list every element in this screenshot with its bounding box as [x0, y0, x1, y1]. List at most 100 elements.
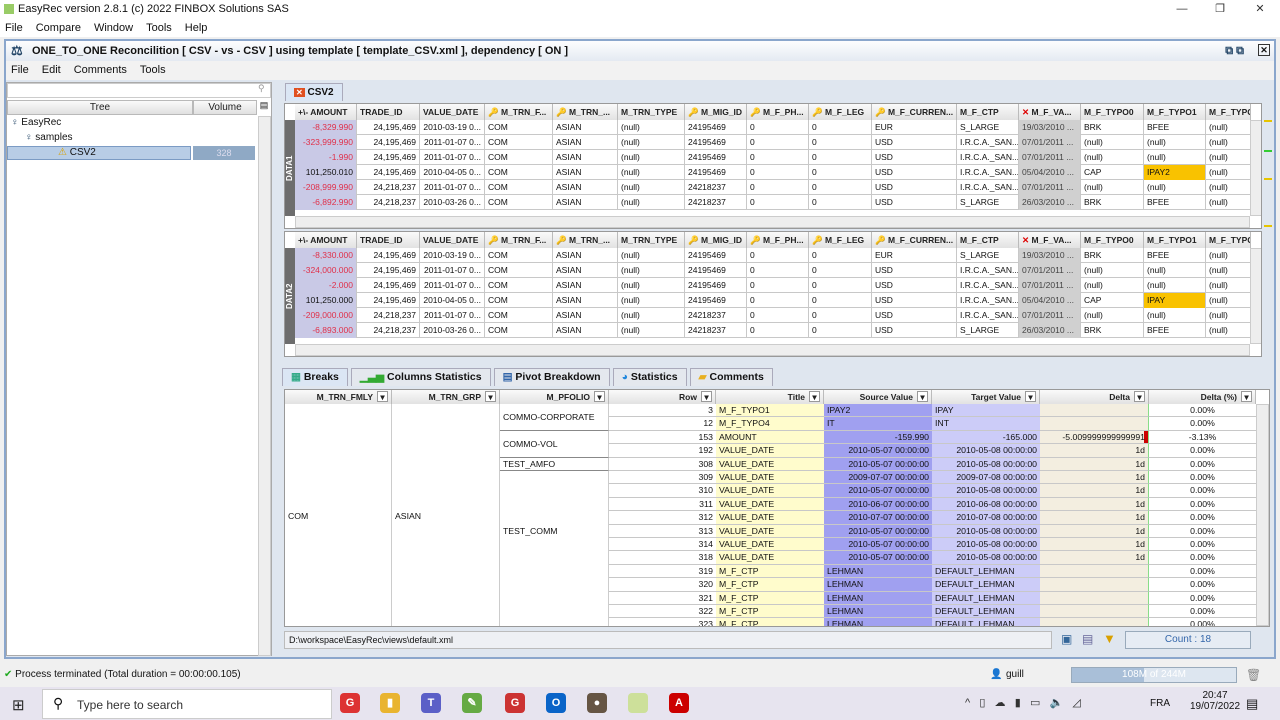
- column-header[interactable]: 🔑 M_TRN_F...: [485, 232, 553, 248]
- acrobat-icon[interactable]: A: [669, 693, 689, 713]
- frame-restore-button[interactable]: ⧉ ⧉: [1225, 41, 1244, 61]
- column-header[interactable]: TRADE_ID: [357, 232, 420, 248]
- grid-row[interactable]: -6,892.990 24,218,237 2010-03-26 0... COM AS…: [295, 195, 1251, 210]
- column-header[interactable]: +\- AMOUNT: [295, 104, 357, 120]
- frame-menu-file[interactable]: File: [11, 64, 29, 76]
- column-header[interactable]: 🔑 M_F_LEG: [809, 104, 872, 120]
- column-header[interactable]: 🔑 M_F_PH...: [747, 104, 809, 120]
- frame-menu-comments[interactable]: Comments: [74, 64, 127, 76]
- dropdown-arrow-icon[interactable]: ▾: [594, 391, 605, 402]
- notepad-icon[interactable]: ✎: [462, 693, 482, 713]
- edit-view-icon[interactable]: ▤: [1082, 632, 1093, 646]
- breaks-row[interactable]: 153 AMOUNT -159.990 -165.000 -5.009999999999…: [609, 430, 1256, 445]
- column-header[interactable]: M_F_CTP: [957, 104, 1019, 120]
- column-header[interactable]: M_F_TYPC: [1206, 104, 1251, 120]
- breaks-row[interactable]: 323 M_F_CTP LEHMAN DEFAULT_LEHMAN 0.00%: [609, 618, 1256, 626]
- taskbar-search[interactable]: ⚲ Type here to search: [42, 689, 332, 719]
- menu-file[interactable]: File: [5, 22, 23, 34]
- tab-statistics[interactable]: ◕ Statistics: [612, 368, 687, 386]
- windows-start-icon[interactable]: ⊞: [12, 696, 25, 714]
- breaks-row[interactable]: 321 M_F_CTP LEHMAN DEFAULT_LEHMAN 0.00%: [609, 591, 1256, 605]
- breaks-row[interactable]: 12 M_F_TYPO4 IT INT 0.00%: [609, 417, 1256, 431]
- column-header[interactable]: ✕ M_F_VA...: [1019, 104, 1081, 120]
- grid-row[interactable]: 101,250.010 24,195,469 2010-04-05 0... COM A…: [295, 165, 1251, 180]
- menu-tools[interactable]: Tools: [146, 22, 172, 34]
- chrome-profile-icon[interactable]: G: [505, 693, 525, 713]
- notifications-icon[interactable]: ▤: [1246, 696, 1258, 712]
- vertical-scrollbar[interactable]: [1250, 248, 1261, 344]
- dropdown-arrow-icon[interactable]: ▾: [1241, 391, 1252, 402]
- outlook-icon[interactable]: O: [546, 693, 566, 713]
- breaks-row[interactable]: 319 M_F_CTP LEHMAN DEFAULT_LEHMAN 0.00%: [609, 564, 1256, 579]
- grid-row[interactable]: -2.000 24,195,469 2011-01-07 0... COM ASIAN(…: [295, 278, 1251, 293]
- tab-pivot-breakdown[interactable]: ▤ Pivot Breakdown: [493, 368, 610, 386]
- breaks-row[interactable]: 313 VALUE_DATE 2010-05-07 00:00:00 2010-05-…: [609, 524, 1256, 538]
- grid-row[interactable]: 101,250.000 24,195,469 2010-04-05 0... COM A…: [295, 293, 1251, 308]
- column-header[interactable]: 🔑 M_F_CURREN...: [872, 104, 957, 120]
- tree-node-csv2[interactable]: ⚠ CSV2: [7, 146, 191, 160]
- dropdown-arrow-icon[interactable]: ▾: [701, 391, 712, 402]
- grid-row[interactable]: -8,330.000 24,195,469 2010-03-19 0... COM AS…: [295, 248, 1251, 263]
- tab-columns-statistics[interactable]: ▁▃▅ Columns Statistics: [350, 368, 491, 386]
- breaks-row[interactable]: 314 VALUE_DATE 2010-05-07 00:00:00 2010-05-…: [609, 538, 1256, 552]
- breaks-column-header[interactable]: Row ▾: [609, 390, 716, 404]
- dropdown-arrow-icon[interactable]: ▾: [1025, 391, 1036, 402]
- breaks-column-header[interactable]: Source Value ▾: [824, 390, 932, 404]
- column-header[interactable]: 🔑 M_F_PH...: [747, 232, 809, 248]
- breaks-column-header[interactable]: Delta ▾: [1040, 390, 1149, 404]
- dropdown-arrow-icon[interactable]: ▾: [485, 391, 496, 402]
- frame-close-button[interactable]: ✕: [1258, 44, 1270, 56]
- column-header[interactable]: TRADE_ID: [357, 104, 420, 120]
- column-header[interactable]: 🔑 M_F_CURREN...: [872, 232, 957, 248]
- dropdown-arrow-icon[interactable]: ▾: [809, 391, 820, 402]
- column-header[interactable]: M_TRN_TYPE: [618, 232, 685, 248]
- column-header[interactable]: M_F_TYPC: [1206, 232, 1251, 248]
- tree-scrollbar[interactable]: [258, 116, 271, 656]
- tab-breaks[interactable]: ▦ Breaks: [282, 368, 348, 386]
- column-header[interactable]: 🔑 M_TRN_...: [553, 104, 618, 120]
- grid-row[interactable]: -6,893.000 24,218,237 2010-03-26 0... COM AS…: [295, 323, 1251, 338]
- column-header[interactable]: VALUE_DATE: [420, 104, 485, 120]
- column-header[interactable]: 🔑 M_TRN_F...: [485, 104, 553, 120]
- tree-search-input[interactable]: [7, 83, 271, 98]
- close-tab-icon[interactable]: ✕: [294, 88, 305, 97]
- breaks-vertical-scrollbar[interactable]: [1256, 404, 1269, 626]
- breaks-row[interactable]: 309 VALUE_DATE 2009-07-07 00:00:00 2009-07-…: [609, 471, 1256, 485]
- tree-node-samples[interactable]: ♀ samples: [25, 132, 73, 143]
- column-header[interactable]: 🔑 M_F_LEG: [809, 232, 872, 248]
- column-header[interactable]: ✕ M_F_VA...: [1019, 232, 1081, 248]
- breaks-column-header[interactable]: M_TRN_GRP ▾: [392, 390, 500, 404]
- breaks-row[interactable]: 320 M_F_CTP LEHMAN DEFAULT_LEHMAN 0.00%: [609, 578, 1256, 592]
- language-indicator[interactable]: FRA: [1150, 698, 1170, 709]
- dropdown-arrow-icon[interactable]: ▾: [377, 391, 388, 402]
- easyrec-taskbar-icon[interactable]: [628, 693, 648, 713]
- breaks-row[interactable]: 312 VALUE_DATE 2010-07-07 00:00:00 2010-07-…: [609, 511, 1256, 525]
- close-button[interactable]: ✕: [1240, 0, 1280, 19]
- grid-row[interactable]: -1.990 24,195,469 2011-01-07 0... COM ASIAN(…: [295, 150, 1251, 165]
- breaks-row[interactable]: 310 VALUE_DATE 2010-05-07 00:00:00 2010-05-…: [609, 484, 1256, 498]
- breaks-column-header[interactable]: M_TRN_FMLY ▾: [285, 390, 392, 404]
- breaks-row[interactable]: 311 VALUE_DATE 2010-06-07 00:00:00 2010-06-…: [609, 497, 1256, 512]
- tab-comments[interactable]: ▰ Comments: [689, 368, 773, 386]
- tree-node-easyrec[interactable]: ♀ EasyRec: [11, 117, 61, 128]
- garbage-collect-icon[interactable]: 🗑: [1246, 664, 1261, 686]
- column-header[interactable]: 🔑 M_MIG_ID: [685, 104, 747, 120]
- column-header[interactable]: M_F_TYPO0: [1081, 232, 1144, 248]
- column-header[interactable]: M_F_CTP: [957, 232, 1019, 248]
- frame-menu-tools[interactable]: Tools: [140, 64, 166, 76]
- column-header[interactable]: 🔑 M_TRN_...: [553, 232, 618, 248]
- menu-compare[interactable]: Compare: [36, 22, 81, 34]
- dropdown-arrow-icon[interactable]: ▾: [917, 391, 928, 402]
- tree-column-header[interactable]: Tree: [7, 100, 193, 115]
- save-view-icon[interactable]: ▣: [1061, 632, 1072, 646]
- grid-row[interactable]: -209,000.000 24,218,237 2011-01-07 0... COM…: [295, 308, 1251, 323]
- filter-icon[interactable]: ▼: [1103, 631, 1116, 646]
- column-header[interactable]: M_TRN_TYPE: [618, 104, 685, 120]
- horizontal-scrollbar[interactable]: [295, 216, 1250, 228]
- breaks-column-header[interactable]: Target Value ▾: [932, 390, 1040, 404]
- breaks-row[interactable]: 322 M_F_CTP LEHMAN DEFAULT_LEHMAN 0.00%: [609, 605, 1256, 619]
- grid-row[interactable]: -323,999.990 24,195,469 2011-01-07 0... COM…: [295, 135, 1251, 150]
- breaks-row[interactable]: 318 VALUE_DATE 2010-05-07 00:00:00 2010-05-…: [609, 551, 1256, 565]
- dropdown-arrow-icon[interactable]: ▾: [1134, 391, 1145, 402]
- doc-tab-csv2[interactable]: ✕ CSV2: [285, 83, 343, 101]
